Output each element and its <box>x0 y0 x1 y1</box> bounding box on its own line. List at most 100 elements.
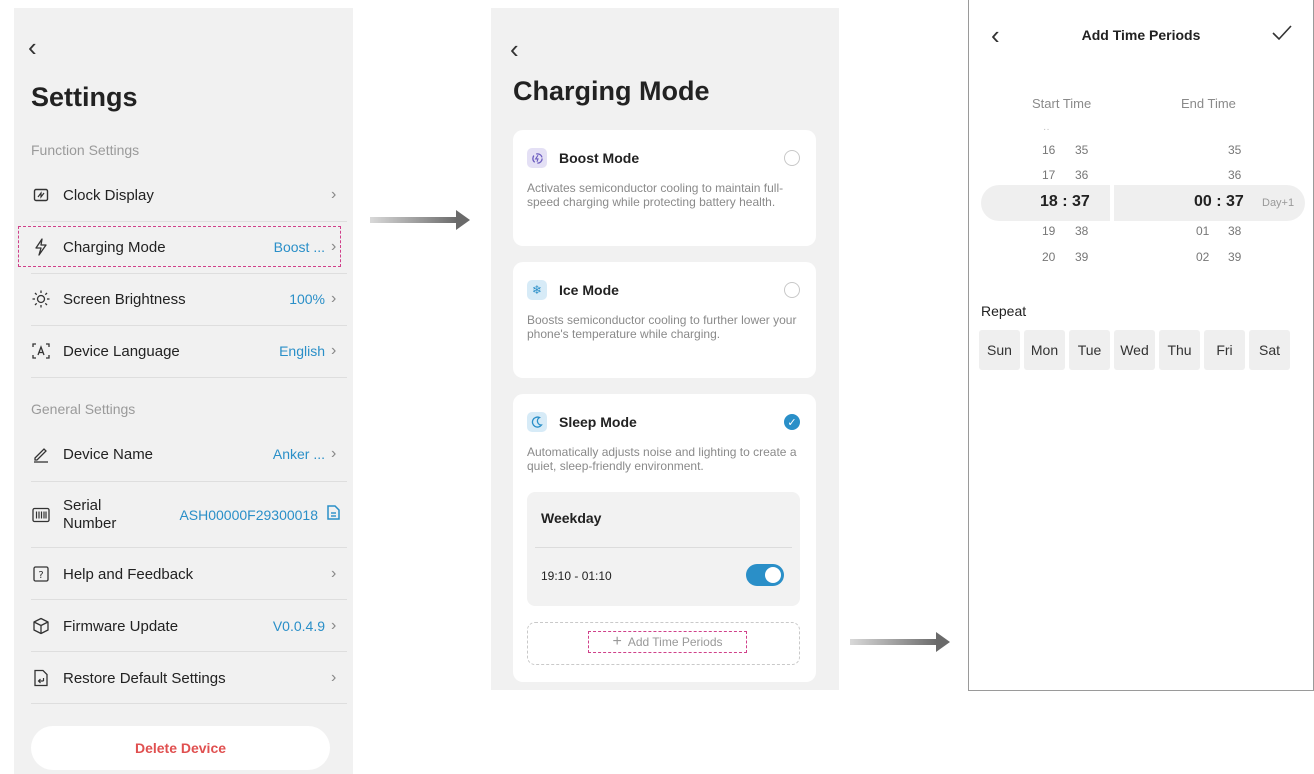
settings-item-label: Device Language <box>63 342 180 360</box>
mode-description: Automatically adjusts noise and lighting… <box>527 445 797 473</box>
start-minute-value[interactable]: 39 <box>1075 250 1088 264</box>
end-minute-value[interactable]: 39 <box>1228 250 1241 264</box>
settings-item-device-name[interactable]: Device Name Anker ... › <box>31 429 341 479</box>
settings-item-label: Clock Display <box>63 186 154 204</box>
settings-item-label: Device Name <box>63 445 154 463</box>
day-button-tue[interactable]: Tue <box>1069 330 1110 370</box>
repeat-label: Repeat <box>981 303 1027 319</box>
pencil-icon <box>31 444 51 464</box>
start-minute-value[interactable]: 38 <box>1075 224 1088 238</box>
chevron-right-icon: › <box>331 342 337 359</box>
schedule-time: 19:10 - 01:10 <box>541 569 612 583</box>
chevron-right-icon: › <box>331 290 337 307</box>
serial-label-line2: Number <box>63 515 117 532</box>
section-label-general: General Settings <box>31 401 136 417</box>
add-time-periods-highlight: + Add Time Periods <box>588 631 747 653</box>
back-icon[interactable]: ‹ <box>28 34 37 60</box>
mode-card-ice[interactable]: ❄ Ice Mode Boosts semiconductor cooling … <box>513 262 816 378</box>
start-hour-value[interactable]: 17 <box>1042 168 1055 182</box>
mode-header: ❄ Ice Mode <box>527 280 619 300</box>
plus-icon: + <box>612 633 622 650</box>
serial-number-value: ASH00000F29300018 <box>179 507 318 523</box>
settings-item-screen-brightness[interactable]: Screen Brightness 100% › <box>31 274 341 324</box>
mode-card-sleep[interactable]: Sleep Mode ✓ Automatically adjusts noise… <box>513 394 816 682</box>
settings-item-clock-display[interactable]: Clock Display › <box>31 170 341 220</box>
delete-device-button[interactable]: Delete Device <box>31 726 330 770</box>
settings-item-value: Anker ... <box>272 446 325 462</box>
mode-title: Ice Mode <box>559 282 619 298</box>
end-time-selected: 00 : 37 <box>1194 193 1244 210</box>
day-button-fri[interactable]: Fri <box>1204 330 1245 370</box>
page-title: Settings <box>31 82 138 112</box>
settings-item-help-feedback[interactable]: ? Help and Feedback › <box>31 549 341 599</box>
back-icon[interactable]: ‹ <box>510 36 519 62</box>
flow-arrow-icon <box>850 632 950 652</box>
brightness-icon <box>31 289 51 309</box>
schedule-day: Weekday <box>541 510 602 526</box>
boost-mode-radio[interactable] <box>784 150 800 166</box>
moon-icon <box>527 412 547 432</box>
chevron-right-icon: › <box>331 186 337 203</box>
day-plus-one-label: Day+1 <box>1262 197 1295 209</box>
chevron-right-icon: › <box>331 669 337 686</box>
divider <box>31 481 347 482</box>
chevron-right-icon: › <box>331 445 337 462</box>
page-title: Add Time Periods <box>1081 27 1201 43</box>
end-hour-value[interactable]: 01 <box>1196 224 1209 238</box>
divider <box>31 703 347 704</box>
picker-faded-value: ·· <box>1043 124 1050 135</box>
schedule-item[interactable]: Weekday 19:10 - 01:10 <box>527 492 800 606</box>
mode-title: Boost Mode <box>559 150 640 166</box>
schedule-toggle[interactable] <box>746 564 784 586</box>
settings-item-value: English <box>279 343 325 359</box>
copy-icon[interactable] <box>326 504 341 526</box>
settings-item-firmware-update[interactable]: Firmware Update V0.0.4.9 › <box>31 601 341 651</box>
add-time-periods-button[interactable]: + Add Time Periods <box>527 622 800 665</box>
highlight-charging-mode <box>18 226 341 267</box>
mode-description: Activates semiconductor cooling to maint… <box>527 181 784 209</box>
settings-item-label: Serial Number <box>63 497 179 533</box>
confirm-check-icon[interactable] <box>1271 24 1293 47</box>
divider <box>31 547 347 548</box>
ice-mode-radio[interactable] <box>784 282 800 298</box>
day-button-sun[interactable]: Sun <box>979 330 1020 370</box>
page-title: Charging Mode <box>513 76 710 106</box>
barcode-icon <box>31 505 51 525</box>
end-minute-value[interactable]: 35 <box>1228 143 1241 157</box>
start-minute-value[interactable]: 35 <box>1075 143 1088 157</box>
day-button-mon[interactable]: Mon <box>1024 330 1065 370</box>
settings-item-value: 100% <box>289 291 325 307</box>
start-hour-value[interactable]: 16 <box>1042 143 1055 157</box>
end-time-label: End Time <box>1181 96 1236 111</box>
charging-mode-screen: ‹ Charging Mode Boost Mode Activates sem… <box>491 8 839 690</box>
end-minute-value[interactable]: 36 <box>1228 168 1241 182</box>
end-hour-value[interactable]: 02 <box>1196 250 1209 264</box>
settings-item-device-language[interactable]: Device Language English › <box>31 326 341 376</box>
settings-item-label: Help and Feedback <box>63 565 194 583</box>
day-button-sat[interactable]: Sat <box>1249 330 1290 370</box>
day-button-wed[interactable]: Wed <box>1114 330 1155 370</box>
snowflake-icon: ❄ <box>527 280 547 300</box>
day-button-thu[interactable]: Thu <box>1159 330 1200 370</box>
settings-item-restore-default[interactable]: Restore Default Settings › <box>31 653 341 703</box>
start-minute-value[interactable]: 36 <box>1075 168 1088 182</box>
restore-icon <box>31 668 51 688</box>
settings-item-serial-number: Serial Number ASH00000F29300018 <box>31 490 341 540</box>
mode-header: Sleep Mode <box>527 412 637 432</box>
chevron-right-icon: › <box>331 565 337 582</box>
svg-text:?: ? <box>38 570 43 581</box>
mode-title: Sleep Mode <box>559 414 637 430</box>
start-hour-value[interactable]: 20 <box>1042 250 1055 264</box>
start-hour-value[interactable]: 19 <box>1042 224 1055 238</box>
mode-description: Boosts semiconductor cooling to further … <box>527 313 797 341</box>
end-minute-value[interactable]: 38 <box>1228 224 1241 238</box>
settings-screen: ‹ Settings Function Settings Clock Displ… <box>14 8 353 774</box>
clock-display-icon <box>31 185 51 205</box>
box-icon <box>31 616 51 636</box>
add-time-periods-label: Add Time Periods <box>627 635 723 649</box>
sleep-mode-radio-checked[interactable]: ✓ <box>784 414 800 430</box>
mode-card-boost[interactable]: Boost Mode Activates semiconductor cooli… <box>513 130 816 246</box>
chevron-right-icon: › <box>331 617 337 634</box>
divider <box>31 651 347 652</box>
boost-icon <box>527 148 547 168</box>
